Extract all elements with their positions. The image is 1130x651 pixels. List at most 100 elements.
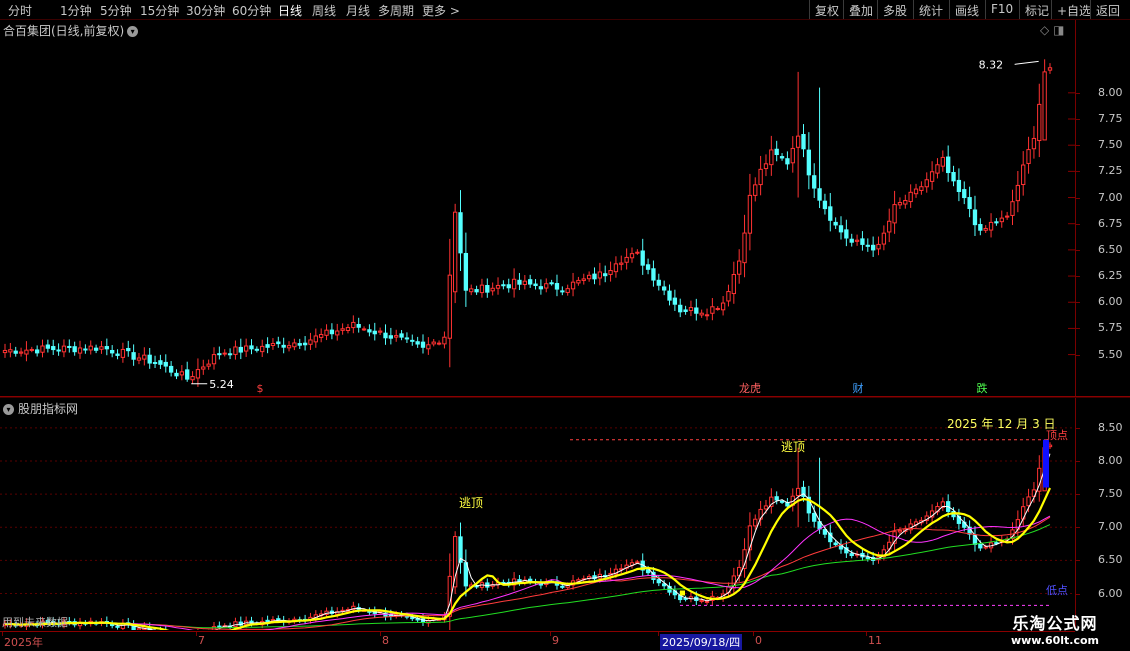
candle-body	[443, 337, 446, 344]
candle-body	[1048, 68, 1051, 70]
period-tab[interactable]: 月线	[346, 2, 370, 19]
toolbar-button[interactable]: 画线	[955, 2, 979, 19]
candle-body	[255, 349, 258, 350]
chevron-down-icon[interactable]: ▾	[127, 26, 138, 37]
candle-indicator	[587, 574, 590, 581]
candle	[845, 220, 848, 246]
price-pane-header[interactable]: 合百集团(日线,前复权)▾	[3, 22, 138, 39]
axis-tick-mark	[1076, 328, 1080, 329]
candle-body	[738, 261, 741, 274]
candle	[775, 141, 778, 161]
candle	[314, 329, 317, 348]
candle-body	[636, 252, 639, 253]
candle	[764, 154, 767, 176]
indicator-pane-header[interactable]: ▾股朋指标网	[3, 400, 78, 417]
candle	[802, 124, 805, 157]
candle	[491, 283, 494, 296]
price-axis-label: 7.25	[1098, 164, 1123, 177]
candle-body	[566, 289, 569, 293]
toolbar-button[interactable]: 标记	[1025, 2, 1049, 19]
candle	[384, 324, 387, 344]
candle-body	[973, 210, 976, 225]
toolbar-button[interactable]: 返回	[1096, 2, 1120, 19]
candle	[175, 369, 178, 379]
candle-body	[523, 281, 526, 284]
candle-body	[143, 355, 146, 359]
period-tab[interactable]: 60分钟	[232, 2, 271, 19]
price-axis-label: 7.75	[1098, 112, 1123, 125]
candle-body	[877, 244, 880, 248]
period-tab[interactable]: 周线	[312, 2, 336, 19]
candle-body	[14, 351, 17, 353]
candle-body	[400, 334, 403, 337]
candle-body	[995, 222, 998, 223]
toolbar-button[interactable]: 叠加	[849, 2, 873, 19]
toolbar-button[interactable]: F10	[991, 2, 1013, 16]
candle	[475, 286, 478, 295]
candle-body	[427, 345, 430, 349]
candle	[271, 338, 274, 350]
date-axis-label: 11	[868, 634, 882, 647]
candle-body	[68, 346, 71, 347]
candle	[727, 285, 730, 307]
toolbar-divider	[1090, 0, 1091, 19]
candle-body	[657, 280, 660, 285]
candle-body	[159, 361, 162, 365]
candle	[212, 347, 215, 369]
toolbar-button[interactable]: +自选	[1057, 2, 1091, 19]
date-axis-tick	[550, 632, 551, 636]
period-tab[interactable]: 30分钟	[186, 2, 225, 19]
candle-body	[116, 354, 119, 355]
candle	[180, 365, 183, 380]
period-tab[interactable]: 更多 >	[422, 2, 460, 19]
date-axis-label: 0	[755, 634, 762, 647]
candle-body	[309, 340, 312, 344]
candle-body	[228, 354, 231, 355]
date-axis-tick	[380, 632, 381, 636]
period-tab[interactable]: 多周期	[378, 2, 414, 19]
candle-body	[893, 205, 896, 223]
candle	[207, 360, 210, 370]
period-tab[interactable]: 日线	[278, 2, 302, 19]
toolbar-button[interactable]: 复权	[815, 2, 839, 19]
candle-body	[1005, 216, 1008, 217]
watermark: 乐淘公式网 www.60lt.com	[1000, 610, 1110, 647]
candle	[555, 275, 558, 296]
candle	[689, 301, 692, 316]
candle-body	[116, 626, 119, 627]
period-tab[interactable]: 分时	[8, 2, 32, 19]
price-chart-pane[interactable]: 合百集团(日线,前复权)▾ ◇ ◨ 8.325.24$龙虎财跌	[0, 20, 1075, 396]
candle-body	[341, 329, 344, 331]
toolbar-button[interactable]: 统计	[919, 2, 943, 19]
candle-body	[19, 352, 22, 353]
indicator-pane[interactable]: ▾股朋指标网 逃顶逃顶顶点低点2025 年 12 月 3 日 用到未来数据	[0, 398, 1075, 630]
candle	[100, 341, 103, 354]
toolbar-divider	[809, 0, 810, 19]
candle	[705, 309, 708, 321]
axis-tick-mark	[1076, 527, 1080, 528]
candle-body	[207, 364, 210, 366]
candle	[673, 290, 676, 311]
period-tab[interactable]: 15分钟	[140, 2, 179, 19]
date-axis-tick	[658, 632, 659, 636]
toolbar-button[interactable]: 多股	[883, 2, 907, 19]
chevron-down-icon[interactable]: ▾	[3, 404, 14, 415]
diamond-icon[interactable]: ◇	[1040, 23, 1049, 37]
candle-body	[866, 557, 869, 558]
candle-body	[775, 497, 778, 500]
candle-body	[121, 349, 124, 357]
candle-body	[646, 570, 649, 573]
candle	[877, 237, 880, 256]
candle	[625, 248, 628, 269]
candle-body	[84, 349, 87, 350]
period-tab[interactable]: 5分钟	[100, 2, 132, 19]
period-tab[interactable]: 1分钟	[60, 2, 92, 19]
pane-toggle-icon[interactable]: ◨	[1053, 23, 1064, 37]
candle-indicator	[775, 491, 778, 504]
candle	[266, 337, 269, 353]
candle-body	[453, 537, 456, 587]
bottom-signal-dot	[680, 591, 685, 596]
candle-body	[378, 331, 381, 332]
candle-body	[952, 173, 955, 181]
candle-body	[46, 345, 49, 348]
